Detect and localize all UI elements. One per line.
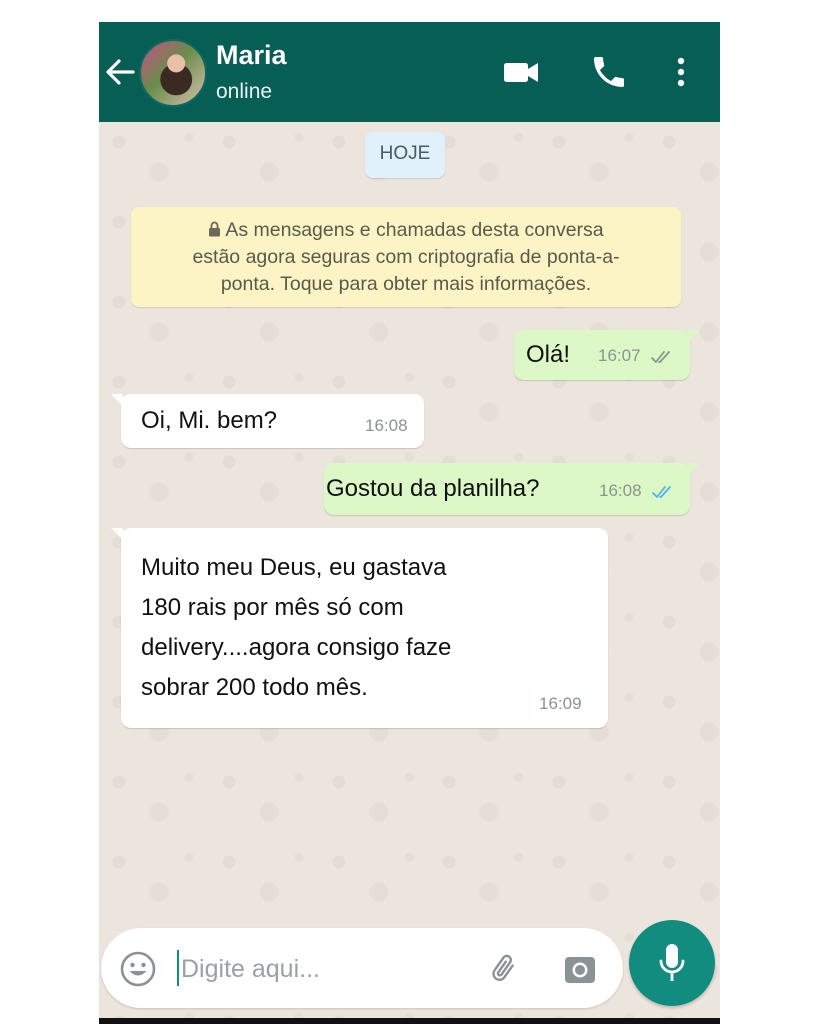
encryption-notice-line1: As mensagens e chamadas desta conversa	[225, 219, 604, 241]
video-camera-icon[interactable]	[501, 52, 541, 92]
microphone-button[interactable]	[629, 920, 715, 1006]
emoji-icon[interactable]	[119, 950, 157, 988]
message-text: Gostou da planilha?	[326, 475, 540, 502]
double-check-icon	[651, 351, 670, 363]
message-time: 16:07	[598, 346, 641, 365]
message-composer	[101, 928, 623, 1008]
date-chip: HOJE	[365, 132, 445, 178]
more-vertical-icon[interactable]	[665, 52, 697, 92]
message-text: Muito meu Deus, eu gastava 180 rais por …	[141, 554, 452, 701]
encryption-notice[interactable]: As mensagens e chamadas desta conversa e…	[131, 207, 681, 307]
lock-icon	[209, 221, 221, 237]
double-check-icon	[652, 486, 671, 498]
message-text: Oi, Mi. bem?	[141, 407, 278, 434]
chat-screen: Maria online HOJE As mensagens e chamada…	[99, 22, 720, 1024]
message-bubble-outgoing[interactable]: Gostou da planilha? 16:08	[324, 463, 700, 515]
camera-icon[interactable]	[563, 952, 597, 986]
chat-header: Maria online	[99, 22, 720, 122]
message-bubble-incoming[interactable]: Muito meu Deus, eu gastava 180 rais por …	[111, 528, 608, 728]
message-bubble-outgoing[interactable]: Olá! 16:07	[514, 330, 700, 380]
navigation-bar	[99, 1018, 720, 1024]
avatar[interactable]	[139, 39, 207, 107]
contact-status: online	[216, 80, 273, 103]
arrow-left-icon[interactable]	[103, 52, 139, 92]
message-time: 16:08	[365, 416, 408, 435]
encryption-notice-line2: estão agora seguras com criptografia de …	[192, 246, 620, 268]
phone-icon[interactable]	[589, 52, 629, 92]
message-input[interactable]	[179, 948, 473, 990]
message-bubble-incoming[interactable]: Oi, Mi. bem? 16:08	[111, 394, 424, 448]
message-time: 16:09	[539, 694, 582, 713]
paperclip-icon[interactable]	[486, 950, 524, 988]
message-text: Olá!	[526, 341, 571, 368]
encryption-notice-line3: ponta. Toque para obter mais informações…	[220, 273, 592, 295]
message-time: 16:08	[599, 481, 642, 500]
microphone-icon	[659, 944, 685, 981]
contact-name[interactable]: Maria	[216, 40, 287, 71]
